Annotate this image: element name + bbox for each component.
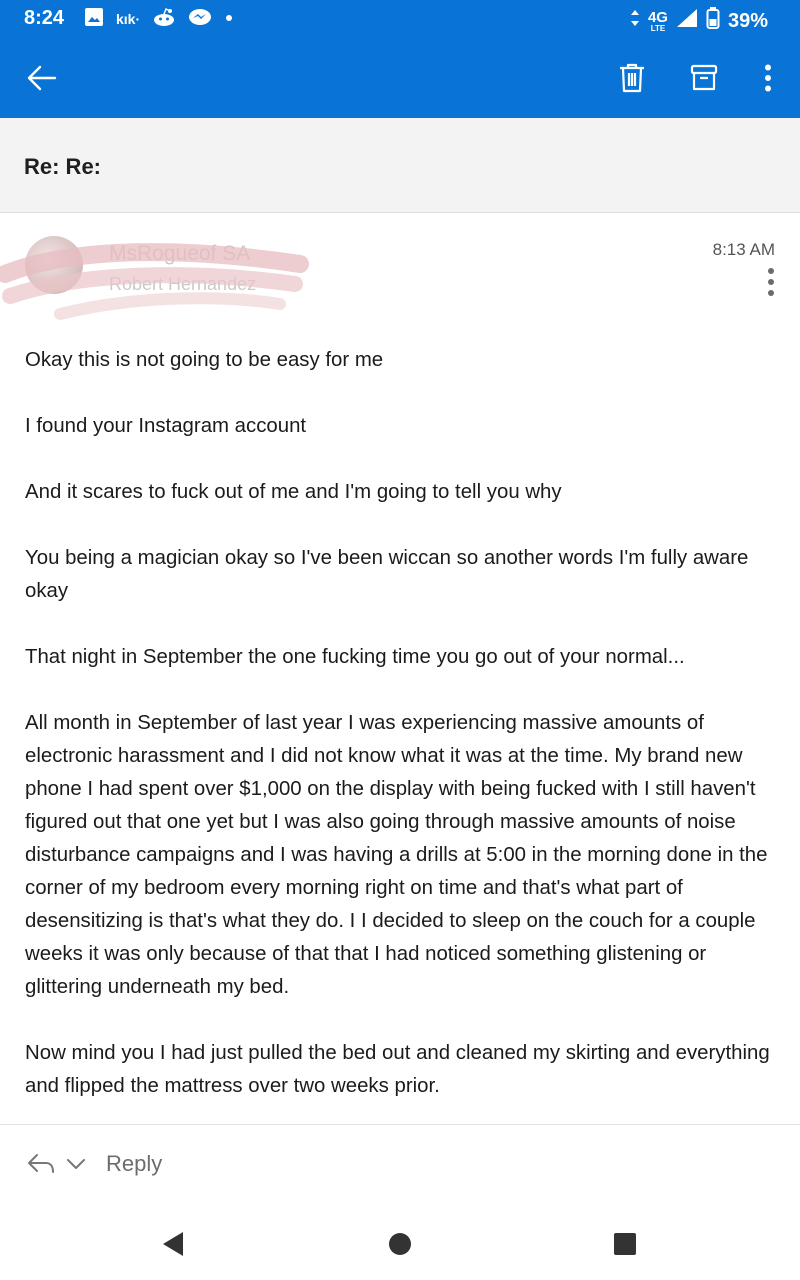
dot-icon [224, 10, 234, 28]
battery-icon [706, 7, 720, 35]
reply-icon [28, 1154, 54, 1173]
messenger-icon [188, 7, 212, 32]
nav-home-icon [389, 1233, 411, 1255]
email-subject: Re: Re: [24, 154, 102, 179]
reddit-icon [152, 7, 176, 32]
reply-label: Reply [106, 1151, 163, 1176]
chevron-down-icon[interactable] [66, 1157, 86, 1171]
redaction-scribble [0, 243, 309, 320]
message-body: Okay this is not going to be easy for me… [25, 344, 775, 1136]
body-paragraph: I found your Instagram account [25, 415, 307, 437]
image-icon [84, 7, 104, 32]
sender-header[interactable]: MsRogueof SA Robert Hernandez 8:13 AM [0, 214, 800, 324]
body-paragraph: That night in September the one fucking … [25, 646, 685, 668]
signal-icon [676, 8, 698, 34]
body-paragraph: And it scares to fuck out of me and I'm … [25, 481, 562, 503]
more-vertical-icon [765, 64, 771, 92]
notification-icons: kık· [84, 7, 234, 32]
nav-back-icon [163, 1232, 183, 1256]
back-button[interactable] [20, 56, 64, 100]
battery-percent: 39% [727, 9, 768, 32]
status-time: 8:24 [24, 7, 65, 29]
status-bar: 8:24 kık· 4G LTE 39% [0, 0, 800, 38]
nav-recents-button[interactable] [602, 1224, 648, 1264]
trash-icon [620, 63, 644, 93]
network-type: 4G LTE [647, 8, 668, 33]
archive-icon [690, 64, 718, 91]
nav-back-button[interactable] [150, 1224, 196, 1264]
nav-recents-icon [614, 1233, 636, 1255]
nav-home-button[interactable] [377, 1224, 423, 1264]
subject-bar: Re: Re: [0, 118, 800, 213]
body-paragraph: Now mind you I had just pulled the bed o… [25, 1042, 770, 1097]
body-paragraph: All month in September of last year I wa… [25, 712, 768, 998]
kik-icon: kık· [116, 11, 141, 27]
message-time: 8:13 AM [712, 240, 775, 259]
status-right: 4G LTE 39% [630, 7, 768, 35]
archive-button[interactable] [682, 56, 726, 100]
navigation-bar [0, 1210, 800, 1280]
more-options-button[interactable] [746, 56, 790, 100]
body-paragraph: You being a magician okay so I've been w… [25, 547, 749, 602]
app-bar [0, 38, 800, 118]
back-arrow-icon [27, 65, 57, 91]
body-paragraph: Okay this is not going to be easy for me [25, 349, 384, 371]
data-arrows-icon [630, 8, 640, 34]
message-more-icon[interactable] [764, 266, 778, 300]
reply-bar: Reply [0, 1124, 800, 1210]
reply-button[interactable]: Reply [26, 1151, 162, 1177]
delete-button[interactable] [610, 56, 654, 100]
